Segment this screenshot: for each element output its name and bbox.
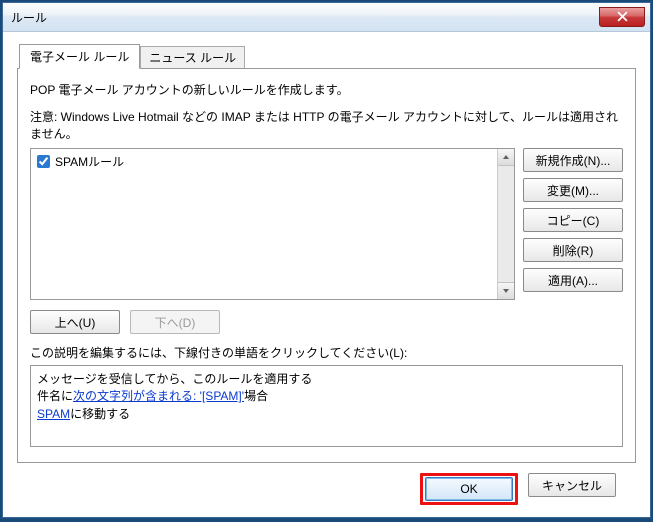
close-icon — [617, 11, 628, 22]
condition-link[interactable]: 次の文字列が含まれる: '[SPAM]' — [73, 389, 244, 403]
action-link[interactable]: SPAM — [37, 407, 70, 421]
description-label: この説明を編集するには、下線付きの単語をクリックしてください(L): — [30, 344, 623, 361]
delete-rule-button[interactable]: 削除(R) — [523, 238, 623, 262]
instructions-text: POP 電子メール アカウントの新しいルールを作成します。 — [30, 81, 623, 98]
chevron-down-icon — [502, 288, 510, 294]
scroll-track[interactable] — [498, 166, 514, 282]
dialog-buttons: OK キャンセル — [17, 463, 636, 505]
move-down-button: 下へ(D) — [130, 310, 220, 334]
scroll-up-button[interactable] — [498, 149, 514, 166]
chevron-up-icon — [502, 154, 510, 160]
tab-email-label: 電子メール ルール — [30, 50, 129, 64]
modify-rule-button[interactable]: 変更(M)... — [523, 178, 623, 202]
move-up-button[interactable]: 上へ(U) — [30, 310, 120, 334]
tab-news-rules[interactable]: ニュース ルール — [140, 46, 245, 68]
reorder-buttons: 上へ(U) 下へ(D) — [30, 310, 623, 334]
scroll-down-button[interactable] — [498, 282, 514, 299]
desc-line2-suffix: 場合 — [244, 389, 268, 403]
new-rule-button[interactable]: 新規作成(N)... — [523, 148, 623, 172]
titlebar: ルール — [3, 3, 650, 32]
description-line2: 件名に次の文字列が含まれる: '[SPAM]'場合 — [37, 388, 616, 405]
tab-news-label: ニュース ルール — [149, 51, 236, 65]
scrollbar[interactable] — [497, 149, 514, 299]
note-text: 注意: Windows Live Hotmail などの IMAP または HT… — [30, 108, 623, 142]
close-button[interactable] — [599, 7, 645, 27]
tab-body: POP 電子メール アカウントの新しいルールを作成します。 注意: Window… — [17, 68, 636, 463]
ok-button[interactable]: OK — [425, 477, 513, 501]
tab-email-rules[interactable]: 電子メール ルール — [19, 44, 140, 69]
tab-strip: 電子メール ルール ニュース ルール — [19, 44, 636, 68]
rule-checkbox[interactable] — [37, 155, 50, 168]
window-title: ルール — [11, 9, 47, 26]
desc-line3-suffix: に移動する — [70, 407, 130, 421]
ok-highlight: OK — [420, 473, 518, 505]
description-line3: SPAMに移動する — [37, 406, 616, 423]
copy-rule-button[interactable]: コピー(C) — [523, 208, 623, 232]
apply-rule-button[interactable]: 適用(A)... — [523, 268, 623, 292]
rule-name: SPAMルール — [55, 153, 124, 170]
description-box: メッセージを受信してから、このルールを適用する 件名に次の文字列が含まれる: '… — [30, 365, 623, 447]
rules-dialog: ルール 電子メール ルール ニュース ルール POP 電子メール アカウントの新… — [2, 2, 651, 518]
cancel-button[interactable]: キャンセル — [528, 473, 616, 497]
description-line1: メッセージを受信してから、このルールを適用する — [37, 371, 616, 388]
rule-list: SPAMルール — [30, 148, 515, 300]
desc-line2-prefix: 件名に — [37, 389, 73, 403]
list-item[interactable]: SPAMルール — [35, 152, 493, 171]
side-buttons: 新規作成(N)... 変更(M)... コピー(C) 削除(R) 適用(A)..… — [523, 148, 623, 300]
